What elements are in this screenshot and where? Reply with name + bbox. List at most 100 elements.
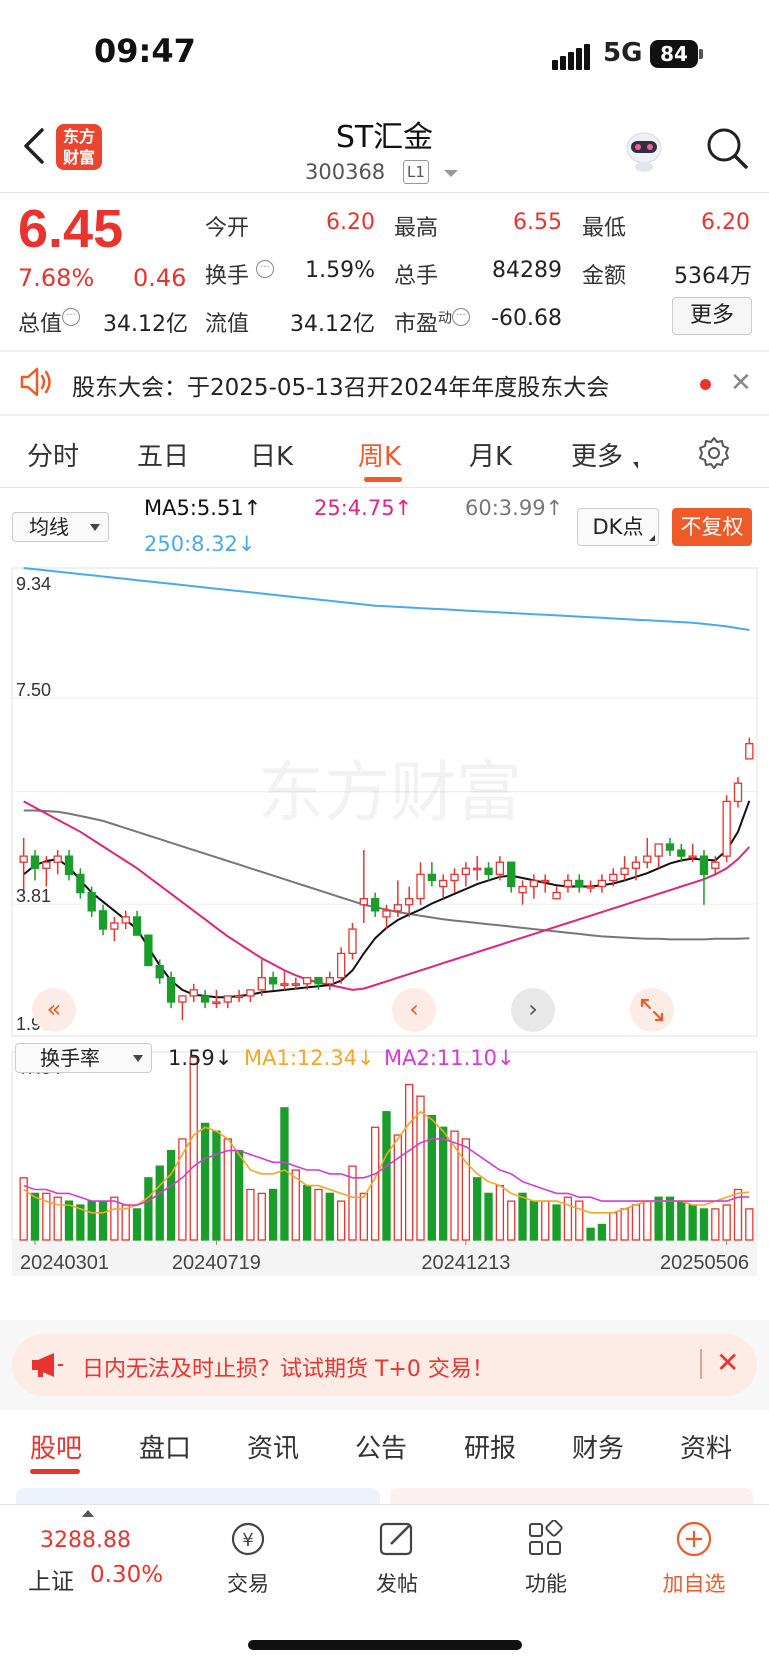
- date-tick-label: 20250506: [660, 1252, 749, 1274]
- info-icon[interactable]: ···: [62, 308, 81, 326]
- date-tick-label: 20240719: [172, 1252, 261, 1274]
- candle-body: [507, 861, 516, 888]
- pe-label: 市盈动 ···: [394, 306, 471, 338]
- unread-dot: [700, 379, 711, 390]
- volume-bar: [620, 1208, 629, 1241]
- network-type: 5G: [603, 38, 643, 68]
- volume-bar: [495, 1184, 505, 1241]
- candle-body: [42, 861, 51, 869]
- tab-pankou[interactable]: 盘口: [139, 1428, 191, 1465]
- candle-body: [677, 849, 686, 857]
- candle-body: [631, 861, 641, 869]
- tab-finance[interactable]: 财务: [572, 1428, 624, 1465]
- volume-bar: [665, 1196, 675, 1241]
- candle-body: [370, 898, 380, 912]
- volume-bar: [246, 1188, 255, 1241]
- index-name[interactable]: 上证: [28, 1562, 74, 1596]
- candle-body: [87, 891, 96, 912]
- candle-body: [382, 910, 391, 918]
- vma1-legend: MA1:12.34↓: [244, 1046, 375, 1070]
- volume-bar: [586, 1227, 595, 1241]
- volume-bar: [484, 1192, 493, 1241]
- adjust-mode-button[interactable]: 不复权: [672, 508, 752, 546]
- active-tab-indicator: [30, 1469, 80, 1474]
- tab-announcements[interactable]: 公告: [355, 1428, 407, 1465]
- ma5-legend: MA5:5.51↑: [144, 496, 262, 520]
- candle-body: [110, 922, 119, 930]
- candle-body: [257, 977, 266, 991]
- next-button[interactable]: ›: [511, 988, 555, 1032]
- expand-up-icon[interactable]: [82, 1510, 94, 1517]
- post-button[interactable]: 发帖: [347, 1520, 447, 1598]
- divider: [0, 487, 769, 488]
- change-value: 0.46: [133, 264, 187, 292]
- status-time: 09:47: [94, 32, 196, 70]
- tab-research[interactable]: 研报: [464, 1428, 516, 1465]
- indicator-select[interactable]: 均线: [12, 512, 109, 542]
- info-icon[interactable]: ···: [452, 308, 471, 326]
- active-tab-indicator: [364, 477, 402, 482]
- candle-body: [597, 879, 607, 888]
- index-value[interactable]: 3288.88: [40, 1528, 131, 1553]
- volume-bar: [518, 1192, 527, 1241]
- candle-body: [575, 879, 584, 888]
- volume-bar: [132, 1208, 142, 1241]
- settings-gear-icon[interactable]: [697, 436, 731, 470]
- prev-button[interactable]: ‹: [392, 988, 436, 1032]
- add-watchlist-button[interactable]: 加自选: [644, 1520, 744, 1598]
- volume-bar: [336, 1200, 346, 1241]
- close-icon[interactable]: ✕: [716, 1346, 739, 1379]
- candle-body: [745, 743, 754, 760]
- info-icon[interactable]: ···: [256, 260, 275, 278]
- announcement-text[interactable]: 股东大会：于2025-05-13召开2024年年度股东大会: [72, 368, 609, 402]
- candle-body: [563, 879, 573, 888]
- volume-bar: [212, 1130, 221, 1241]
- volume-bar: [575, 1200, 584, 1241]
- more-button[interactable]: 更多: [672, 297, 752, 335]
- candle-body: [132, 916, 142, 936]
- function-button[interactable]: 功能: [496, 1519, 596, 1598]
- level-badge[interactable]: L1: [403, 160, 429, 184]
- close-icon[interactable]: ✕: [730, 368, 752, 398]
- tab-daily-k[interactable]: 日K: [250, 436, 293, 473]
- amount-value: 5364万: [674, 264, 752, 289]
- search-icon[interactable]: [705, 126, 749, 170]
- rewind-button[interactable]: «: [32, 988, 76, 1032]
- banner-text[interactable]: 日内无法及时止损？试试期货 T+0 交易！: [82, 1351, 494, 1383]
- candle-body: [450, 873, 459, 882]
- tab-news[interactable]: 资讯: [247, 1428, 299, 1465]
- trade-icon: ¥: [231, 1522, 265, 1556]
- volume-bar: [654, 1196, 663, 1241]
- tab-five-day[interactable]: 五日: [137, 436, 189, 473]
- index-percent[interactable]: 0.30%: [90, 1562, 163, 1588]
- trade-button[interactable]: ¥ 交易: [198, 1520, 298, 1598]
- volume-bar: [268, 1188, 278, 1241]
- candle-body: [495, 861, 505, 876]
- tab-intraday[interactable]: 分时: [27, 436, 79, 473]
- volume-bar: [257, 1192, 266, 1241]
- high-value: 6.55: [513, 210, 562, 235]
- sub-indicator-select[interactable]: 换手率: [15, 1043, 152, 1073]
- high-label: 最高: [394, 216, 439, 241]
- robot-assistant-icon[interactable]: [620, 126, 668, 174]
- fullscreen-icon[interactable]: [630, 988, 674, 1032]
- tab-monthly-k[interactable]: 月K: [469, 436, 512, 473]
- edit-icon: [379, 1522, 413, 1556]
- candle-body: [30, 855, 40, 869]
- signal-icon: [552, 44, 594, 70]
- grid-icon: [529, 1519, 563, 1555]
- open-label: 今开: [205, 216, 250, 241]
- volume-bar: [711, 1208, 720, 1241]
- candle-body: [733, 782, 743, 803]
- chevron-down-icon[interactable]: [444, 170, 458, 177]
- price-tick-label: 9.34: [16, 574, 51, 594]
- volume-bar: [166, 1149, 176, 1241]
- tab-weekly-k[interactable]: 周K: [358, 436, 401, 473]
- tab-more[interactable]: 更多: [571, 436, 623, 473]
- volume-bar: [597, 1223, 607, 1241]
- kline-chart[interactable]: 东方财富 9.347.503.811.97 47.342024030120240…: [0, 560, 769, 1280]
- candle-body: [586, 885, 595, 889]
- tab-guba[interactable]: 股吧: [30, 1428, 82, 1465]
- tab-profile[interactable]: 资料: [680, 1428, 732, 1465]
- dk-point-button[interactable]: DK点: [577, 508, 659, 546]
